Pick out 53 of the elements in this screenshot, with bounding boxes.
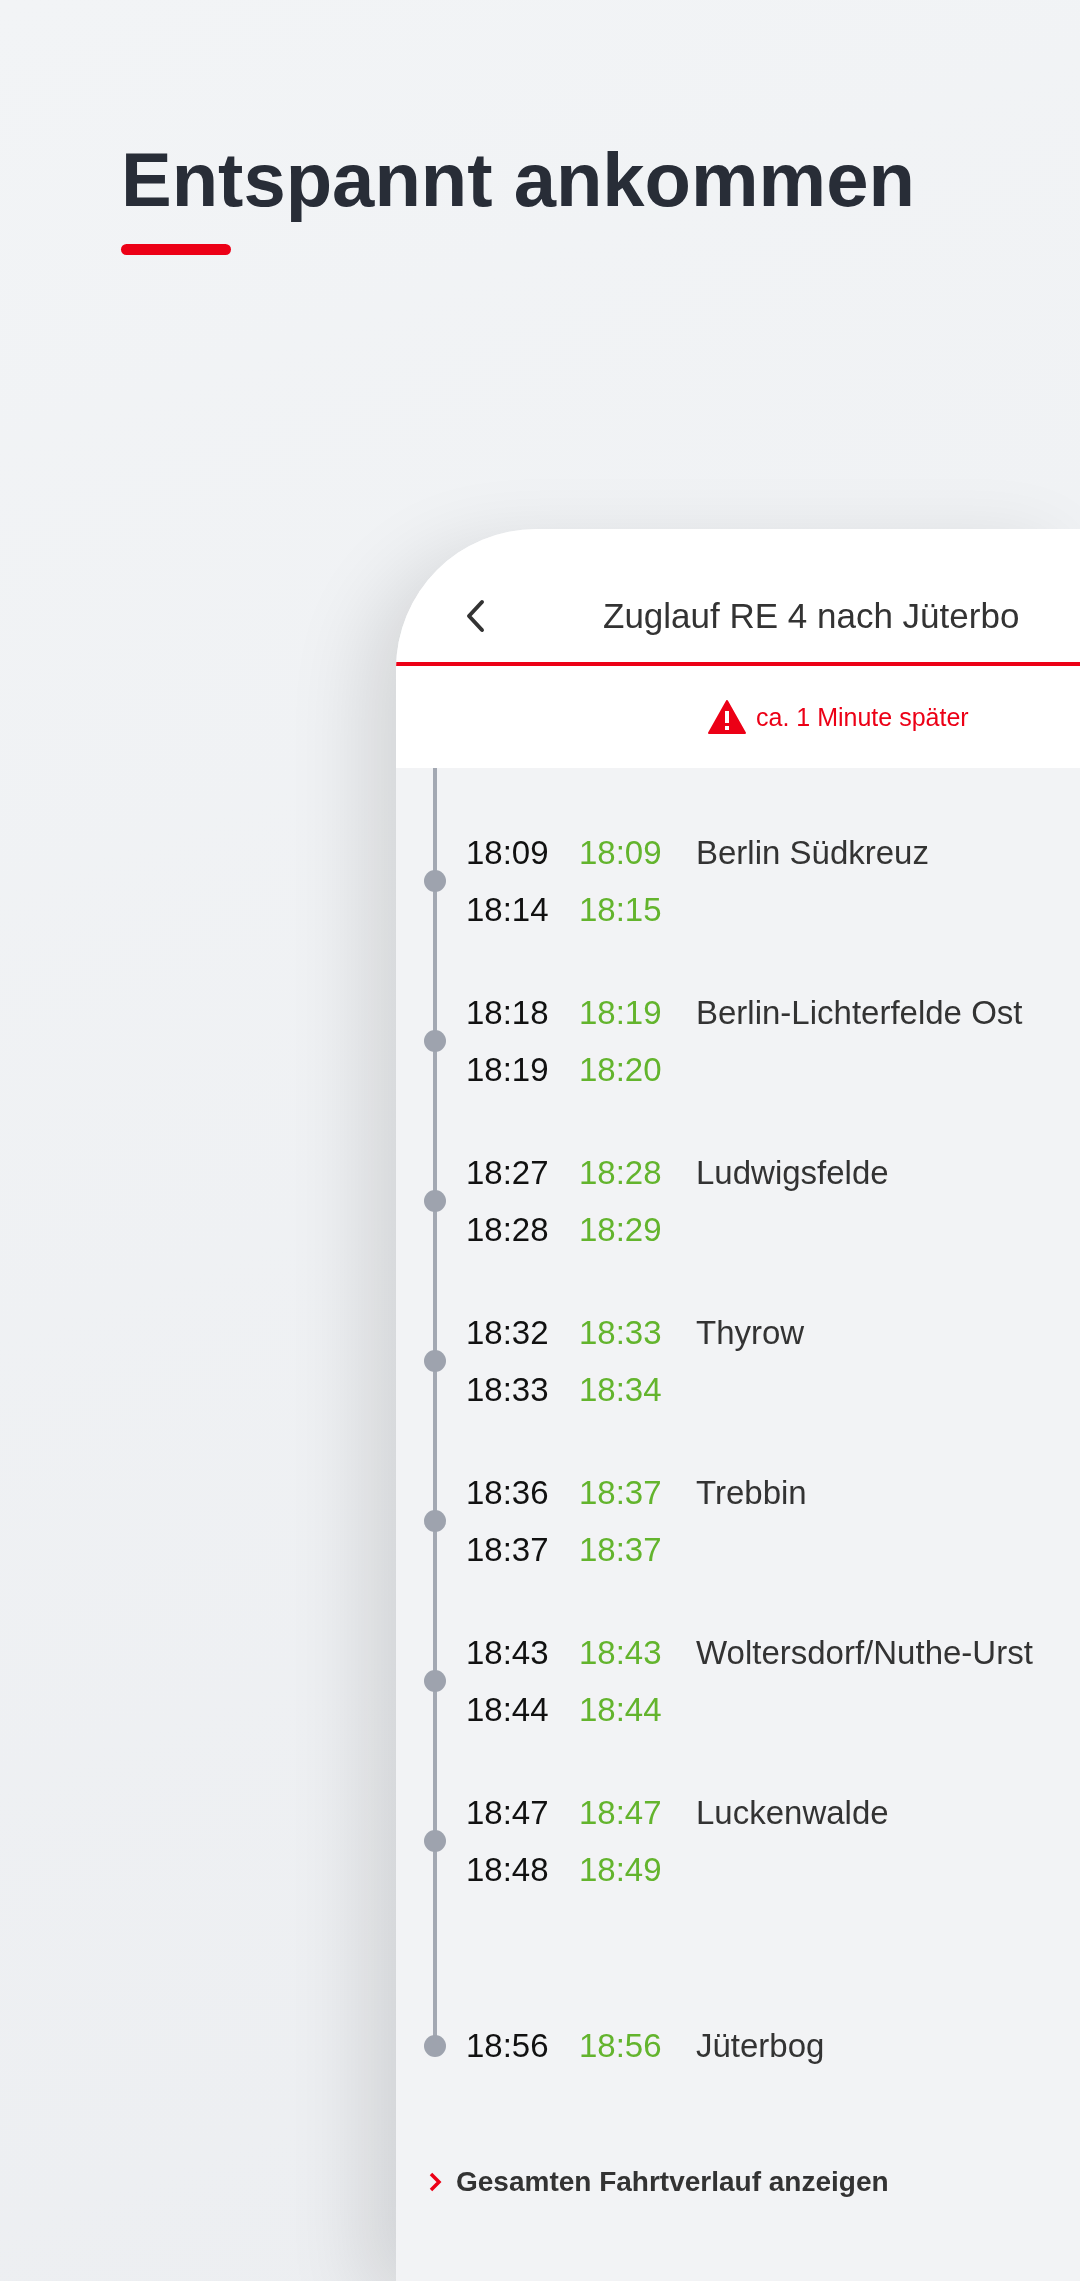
actual-time: 18:28 xyxy=(579,1153,663,1192)
station-name: Thyrow xyxy=(696,1313,805,1352)
warning-icon xyxy=(708,700,746,734)
planned-time: 18:27 xyxy=(466,1153,550,1192)
stop-dot xyxy=(424,1670,446,1692)
planned-time: 18:44 xyxy=(466,1690,550,1729)
planned-time: 18:18 xyxy=(466,993,550,1032)
stop-dot xyxy=(424,2034,446,2057)
station-name: Ludwigsfelde xyxy=(696,1153,889,1192)
delay-text: ca. 1 Minute später xyxy=(756,702,969,732)
planned-time: 18:36 xyxy=(466,1473,550,1512)
stop-dot xyxy=(424,870,446,892)
planned-time: 18:48 xyxy=(466,1850,550,1889)
show-full-route-link[interactable]: Gesamten Fahrtverlauf anzeigen xyxy=(428,2166,1080,2198)
actual-time: 18:49 xyxy=(579,1850,663,1889)
planned-time: 18:47 xyxy=(466,1793,550,1832)
stop-dot xyxy=(424,1350,446,1372)
planned-time: 18:33 xyxy=(466,1370,550,1409)
actual-time: 18:15 xyxy=(579,890,663,929)
stop-dot xyxy=(424,1030,446,1052)
planned-time: 18:14 xyxy=(466,890,550,929)
actual-time: 18:09 xyxy=(579,833,663,872)
stop-dot xyxy=(424,1510,446,1532)
planned-time: 18:37 xyxy=(466,1530,550,1569)
stop-dot xyxy=(424,1190,446,1212)
chevron-icon xyxy=(428,2172,442,2192)
station-name: Berlin-Lichterfelde Ost xyxy=(696,993,1023,1032)
planned-time: 18:28 xyxy=(466,1210,550,1249)
actual-time: 18:19 xyxy=(579,993,663,1032)
station-name: Woltersdorf/Nuthe-Urst xyxy=(696,1633,1033,1672)
actual-time: 18:20 xyxy=(579,1050,663,1089)
actual-time: 18:37 xyxy=(579,1473,663,1512)
stop-dot xyxy=(424,1830,446,1852)
actual-time: 18:29 xyxy=(579,1210,663,1249)
actual-time: 18:34 xyxy=(579,1370,663,1409)
back-icon[interactable] xyxy=(464,598,486,633)
station-name: Luckenwalde xyxy=(696,1793,889,1832)
headline: Entspannt ankommen xyxy=(121,136,916,224)
station-name: Trebbin xyxy=(696,1473,807,1512)
planned-time: 18:09 xyxy=(466,833,550,872)
planned-time: 18:32 xyxy=(466,1313,550,1352)
screen-title: Zuglauf RE 4 nach Jüterbo xyxy=(603,595,1020,636)
actual-time: 18:47 xyxy=(579,1793,663,1832)
actual-time: 18:33 xyxy=(579,1313,663,1352)
actual-time: 18:37 xyxy=(579,1530,663,1569)
planned-time: 18:56 xyxy=(466,2026,550,2065)
planned-time: 18:19 xyxy=(466,1050,550,1089)
station-name: Berlin Südkreuz xyxy=(696,833,929,872)
station-name: Jüterbog xyxy=(696,2026,825,2065)
planned-time: 18:43 xyxy=(466,1633,550,1672)
actual-time: 18:44 xyxy=(579,1690,663,1729)
actual-time: 18:43 xyxy=(579,1633,663,1672)
actual-time: 18:56 xyxy=(579,2026,663,2065)
